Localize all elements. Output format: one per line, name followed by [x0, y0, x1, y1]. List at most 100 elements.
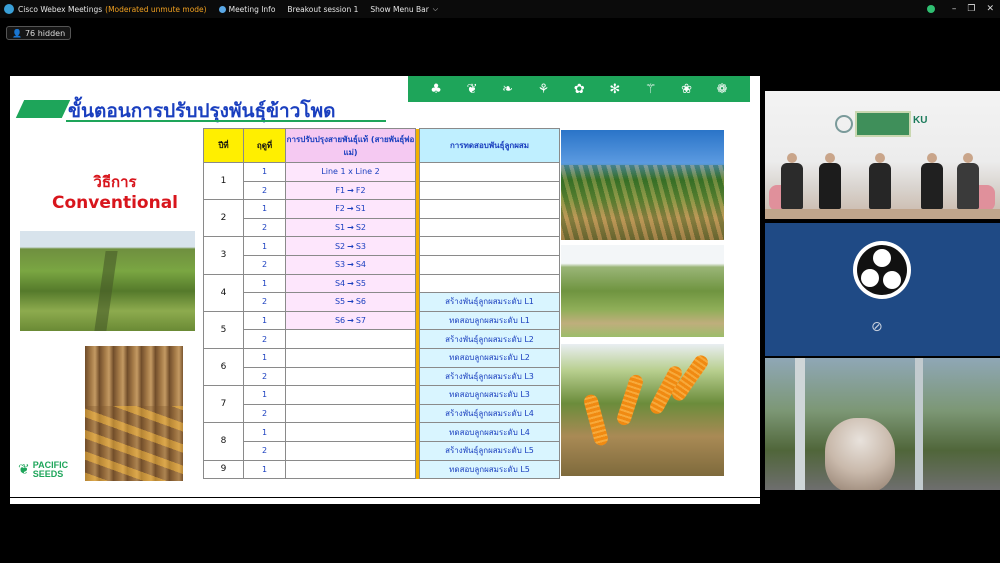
hybrid-test-cell [419, 254, 560, 275]
video-tile-speaker[interactable] [765, 358, 1000, 490]
breakout-session-label: Breakout session 1 [287, 4, 359, 14]
webex-title-bar: Cisco Webex Meetings (Moderated unmute m… [0, 0, 1000, 18]
season-cell: 1 [243, 459, 286, 480]
university-seal-icon [835, 115, 853, 133]
method-english: Conventional [51, 193, 178, 213]
hybrid-test-cell: ทดสอบลูกผสมระดับ L5 [419, 459, 560, 480]
hybrid-test-cell: สร้างพันธุ์ลูกผสมระดับ L2 [419, 329, 560, 349]
panelist [869, 153, 891, 209]
table-row: 2 S1 → S2 [204, 217, 560, 238]
season-cell: 2 [243, 366, 286, 387]
panelist [957, 153, 979, 209]
info-icon [218, 5, 226, 13]
wheat-icon: ⚘ [537, 81, 550, 97]
line-development-cell [285, 329, 416, 349]
table-body: 1 1 Line 1 x Line 2 2 F1 → F2 2 1 F2 → S1 2 S1 → S2 3 1 S2… [203, 161, 560, 480]
season-cell: 1 [243, 385, 286, 405]
header-year: ปีที่ [203, 128, 244, 163]
season-cell: 1 [243, 273, 286, 294]
year-cell: 8 [203, 422, 244, 461]
table-row: 4 1 S4 → S5 [203, 273, 560, 312]
year-cell: 4 [203, 273, 244, 312]
hybrid-test-cell: ทดสอบลูกผสมระดับ L1 [419, 310, 560, 331]
window-controls: – ❐ ✕ [926, 0, 994, 18]
tall-corn-photo [561, 130, 724, 240]
season-cell: 2 [243, 292, 286, 312]
year-cell: 9 [203, 459, 244, 480]
moderation-mode-label: (Moderated unmute mode) [105, 4, 207, 14]
hybrid-test-cell: สร้างพันธุ์ลูกผสมระดับ L4 [419, 403, 560, 424]
line-development-cell: S2 → S3 [285, 236, 416, 256]
corn-icon: ❧ [502, 81, 513, 97]
hidden-count-label: 76 hidden [24, 28, 66, 38]
season-cell: 2 [243, 217, 286, 238]
season-cell: 2 [243, 403, 286, 424]
table-row: 3 1 S2 → S3 [203, 236, 560, 275]
hybrid-test-cell [419, 162, 560, 182]
method-label: วิธีการ Conventional [40, 172, 190, 214]
meeting-info-label: Meeting Info [228, 4, 276, 14]
close-button[interactable]: ✕ [986, 4, 994, 14]
leaf-icon: ❦ [466, 81, 478, 97]
line-development-cell: Line 1 x Line 2 [285, 162, 416, 182]
obs-logo-icon [853, 241, 911, 299]
table-row: 8 1 ทดสอบลูกผสมระดับ L4 [203, 422, 560, 461]
year-cell: 3 [203, 236, 244, 275]
plant-icon: ♣ [430, 81, 442, 97]
line-development-cell: S4 → S5 [285, 273, 416, 294]
line-development-cell [285, 422, 416, 442]
season-cell: 1 [243, 236, 286, 256]
shared-slide: ♣ ❦ ❧ ⚘ ✿ ✻ ⚚ ❀ ❁ ขั้นตอนการปรับปรุงพันธ… [10, 76, 760, 497]
restore-button[interactable]: ❐ [967, 4, 975, 14]
year-cell: 1 [203, 161, 244, 201]
season-cell: 2 [243, 180, 286, 201]
hybrid-test-cell [419, 199, 560, 219]
season-cell: 2 [243, 329, 286, 349]
season-cell: 1 [243, 199, 286, 219]
season-cell: 2 [243, 254, 286, 275]
arrow-right-icon: → [347, 260, 354, 270]
table-row: 2 สร้างพันธุ์ลูกผสมระดับ L5 [204, 440, 560, 461]
header-hybrid-testing: การทดสอบพันธุ์ลูกผสม [419, 128, 560, 163]
arrow-right-icon: → [346, 204, 354, 214]
arrow-right-icon: → [347, 297, 354, 307]
table-row: 1 1 Line 1 x Line 2 [203, 161, 560, 201]
stage-banner [855, 111, 911, 137]
hybrid-test-cell [419, 180, 560, 201]
panelist [781, 153, 803, 209]
hybrid-test-cell: ทดสอบลูกผสมระดับ L3 [419, 385, 560, 405]
line-development-cell: F1 → F2 [285, 180, 416, 201]
minimize-button[interactable]: – [952, 4, 957, 14]
trial-field-photo [561, 245, 724, 337]
line-development-cell [285, 403, 416, 424]
video-tile-obs[interactable]: ⊘ [765, 223, 1000, 356]
speaker-avatar [825, 418, 895, 490]
hidden-participants-button[interactable]: 👤 76 hidden [6, 26, 72, 40]
line-development-cell: S6 → S7 [285, 310, 416, 331]
hybrid-test-cell [419, 217, 560, 238]
corn-cob-photo [561, 344, 724, 476]
line-development-cell [285, 459, 416, 480]
season-cell: 2 [243, 440, 286, 461]
arrow-right-icon: → [347, 278, 354, 288]
table-row: 2 สร้างพันธุ์ลูกผสมระดับ L2 [204, 329, 560, 349]
hybrid-test-cell: สร้างพันธุ์ลูกผสมระดับ L3 [419, 366, 560, 387]
breakout-session-button[interactable]: Breakout session 1 [287, 5, 358, 14]
header-season: ฤดูที่ [243, 128, 286, 163]
hybrid-test-cell: ทดสอบลูกผสมระดับ L2 [419, 347, 560, 368]
table-header-row: ปีที่ ฤดูที่ การปรับปรุงสายพันธุ์แท้ (สา… [203, 128, 560, 163]
arrow-right-icon: → [347, 316, 354, 326]
title-accent-stripe [15, 100, 71, 118]
header-line-development: การปรับปรุงสายพันธุ์แท้ (สายพันธุ์พ่อแม่… [285, 128, 416, 163]
show-menu-bar-button[interactable]: Show Menu Bar ⌵ [370, 5, 438, 14]
arrow-right-icon: → [347, 185, 354, 195]
meeting-info-button[interactable]: Meeting Info [218, 4, 276, 14]
year-cell: 5 [203, 310, 244, 349]
video-tile-stage[interactable]: KU [765, 91, 1000, 219]
table-row: 9 1 ทดสอบลูกผสมระดับ L5 [203, 459, 560, 480]
stage-sign: KU [913, 115, 928, 126]
arrow-right-icon: → [347, 223, 354, 233]
season-cell: 1 [243, 310, 286, 331]
chevron-down-icon: ⌵ [432, 4, 439, 13]
table-row: 2 F1 → F2 [204, 180, 560, 201]
